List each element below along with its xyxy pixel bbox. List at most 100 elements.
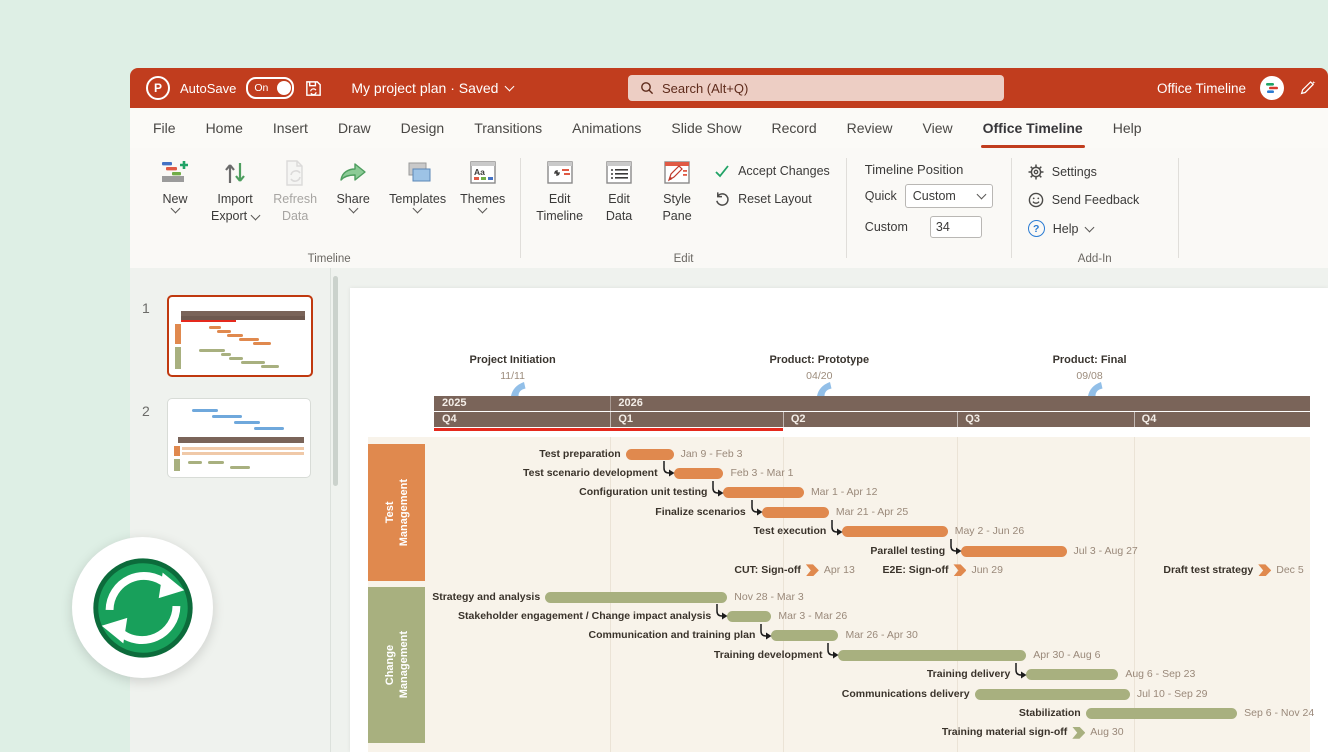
themes-button[interactable]: Aa Themes — [453, 154, 512, 215]
milestone-flag-icon — [816, 382, 832, 396]
settings-button[interactable]: Settings — [1028, 164, 1140, 180]
timeline-quarter-band[interactable] — [434, 412, 1310, 427]
edit-data-button[interactable]: Edit Data — [590, 154, 648, 228]
gantt-bar[interactable] — [545, 592, 727, 603]
accept-changes-button[interactable]: Accept Changes — [714, 164, 830, 178]
import-export-button[interactable]: Import Export — [204, 154, 266, 228]
milestone-date: 11/11 — [468, 370, 558, 382]
task-label: Test scenario development — [358, 467, 658, 479]
slide-thumbnail-2[interactable] — [167, 398, 311, 478]
tab-animations[interactable]: Animations — [557, 108, 656, 148]
gantt-bar[interactable] — [1026, 669, 1118, 680]
task-dates: Mar 1 - Apr 12 — [811, 486, 878, 498]
year-label: 2026 — [618, 397, 642, 409]
chevron-down-icon — [251, 210, 261, 220]
custom-position-input[interactable] — [930, 216, 982, 238]
chevron-down-icon — [976, 190, 986, 200]
task-dates: Dec 5 — [1276, 564, 1303, 576]
tab-help[interactable]: Help — [1098, 108, 1157, 148]
title-bar: P AutoSave On My project plan · Saved Se… — [130, 68, 1328, 108]
task-label: Stabilization — [781, 707, 1081, 719]
gantt-bar[interactable] — [961, 546, 1066, 557]
gantt-bar[interactable] — [771, 630, 838, 641]
tab-transitions[interactable]: Transitions — [459, 108, 557, 148]
powerpoint-app-icon[interactable]: P — [146, 76, 170, 100]
task-label: Test preparation — [350, 448, 621, 460]
task-dates: Aug 30 — [1090, 726, 1123, 738]
edit-data-icon — [604, 157, 634, 189]
tab-draw[interactable]: Draw — [323, 108, 386, 148]
tab-record[interactable]: Record — [756, 108, 831, 148]
ribbon-separator — [520, 158, 521, 258]
ribbon-group-label: Add-In — [1014, 253, 1176, 265]
milestone-flag-icon — [510, 382, 526, 396]
reset-icon — [714, 191, 730, 206]
save-icon[interactable] — [304, 79, 323, 98]
milestone-date: 04/20 — [774, 370, 864, 382]
gantt-bar[interactable] — [762, 507, 829, 518]
tab-review[interactable]: Review — [832, 108, 908, 148]
quarter-label: Q2 — [791, 413, 806, 425]
connector-arrow-icon — [709, 481, 725, 499]
ribbon-separator — [1178, 158, 1179, 258]
autosave-toggle[interactable]: On — [246, 77, 294, 99]
help-button[interactable]: ? Help — [1028, 220, 1140, 237]
gantt-bar[interactable] — [723, 487, 804, 498]
document-title[interactable]: My project plan · Saved — [351, 80, 513, 96]
tab-slide-show[interactable]: Slide Show — [656, 108, 756, 148]
quarter-separator — [783, 412, 784, 427]
thumb-category — [175, 347, 181, 369]
task-label: Parallel testing — [645, 545, 945, 557]
tab-file[interactable]: File — [138, 108, 191, 148]
gantt-bar[interactable] — [727, 611, 771, 622]
reset-layout-button[interactable]: Reset Layout — [714, 191, 830, 206]
autosave-label: AutoSave — [180, 81, 236, 96]
search-input[interactable]: Search (Alt+Q) — [628, 75, 1004, 101]
ink-pen-icon[interactable] — [1298, 79, 1316, 97]
slide-1-number: 1 — [142, 300, 150, 316]
gridline — [957, 437, 958, 752]
account-name[interactable]: Office Timeline — [1157, 81, 1246, 96]
gantt-bar[interactable] — [975, 689, 1130, 700]
tab-home[interactable]: Home — [191, 108, 258, 148]
gantt-bar[interactable] — [838, 650, 1026, 661]
connector-arrow-icon — [828, 520, 844, 538]
templates-button[interactable]: Templates — [382, 154, 453, 215]
share-icon — [338, 157, 368, 189]
gridline — [1134, 437, 1135, 752]
templates-icon — [403, 157, 433, 189]
ribbon-tabs: File Home Insert Draw Design Transitions… — [130, 108, 1328, 148]
panel-divider — [330, 268, 331, 752]
tab-insert[interactable]: Insert — [258, 108, 323, 148]
style-pane-icon — [662, 157, 692, 189]
quick-position-select[interactable]: Custom — [905, 184, 993, 208]
category-block[interactable]: Test Management — [368, 444, 425, 581]
style-pane-button[interactable]: Style Pane — [648, 154, 706, 228]
thumbnail-scrollbar[interactable] — [333, 276, 338, 486]
gantt-bar[interactable] — [674, 468, 724, 479]
gantt-bar[interactable] — [626, 449, 674, 460]
sync-refresh-icon — [84, 549, 202, 667]
quarter-label: Q4 — [1142, 413, 1157, 425]
new-button[interactable]: New — [146, 154, 204, 215]
gantt-bar[interactable] — [842, 526, 947, 537]
edit-timeline-button[interactable]: Edit Timeline — [529, 154, 590, 228]
smiley-icon — [1028, 192, 1044, 208]
slide-thumbnail-1[interactable] — [167, 295, 313, 377]
category-label: Change Management — [383, 631, 411, 698]
task-dates: Aug 6 - Sep 23 — [1125, 668, 1195, 680]
category-label: Test Management — [383, 479, 411, 546]
connector-arrow-icon — [660, 461, 676, 479]
task-dates: Nov 28 - Mar 3 — [734, 591, 803, 603]
gantt-bar[interactable] — [1086, 708, 1237, 719]
share-button[interactable]: Share — [324, 154, 382, 215]
milestone-label: Project Initiation — [423, 354, 603, 366]
tab-view[interactable]: View — [908, 108, 968, 148]
avatar[interactable] — [1260, 76, 1284, 100]
help-icon: ? — [1028, 220, 1045, 237]
tab-office-timeline[interactable]: Office Timeline — [968, 108, 1098, 148]
task-label: Finalize scenarios — [446, 506, 746, 518]
tab-design[interactable]: Design — [386, 108, 460, 148]
connector-arrow-icon — [713, 604, 729, 622]
send-feedback-button[interactable]: Send Feedback — [1028, 192, 1140, 208]
